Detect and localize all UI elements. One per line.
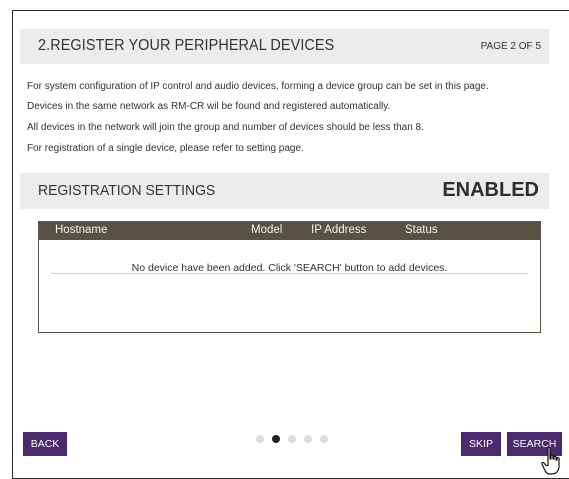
pagination-dot[interactable] — [304, 435, 312, 443]
pagination-dot-active[interactable] — [272, 435, 280, 443]
description-line: For registration of a single device, ple… — [27, 143, 304, 154]
column-header-ip-address: IP Address — [311, 224, 367, 236]
description-line: Devices in the same network as RM-CR wil… — [27, 101, 391, 112]
pagination-dot[interactable] — [320, 435, 328, 443]
table-row-divider — [51, 273, 528, 274]
device-table: Hostname Model IP Address Status No devi… — [38, 221, 541, 333]
pagination-dot[interactable] — [256, 435, 264, 443]
skip-button[interactable]: SKIP — [461, 432, 501, 456]
device-table-header: Hostname Model IP Address Status — [39, 222, 540, 240]
page-counter: PAGE 2 OF 5 — [480, 41, 541, 52]
hand-pointer-icon — [541, 446, 560, 475]
page-title: 2.REGISTER YOUR PERIPHERAL DEVICES — [38, 37, 335, 54]
description-line: All devices in the network will join the… — [27, 122, 424, 133]
column-header-model: Model — [251, 224, 283, 236]
back-button[interactable]: BACK — [23, 432, 67, 456]
registration-settings-title: REGISTRATION SETTINGS — [38, 182, 216, 199]
page-header: 2.REGISTER YOUR PERIPHERAL DEVICES PAGE … — [20, 29, 549, 64]
registration-status[interactable]: ENABLED — [442, 179, 539, 202]
pagination-dot[interactable] — [288, 435, 296, 443]
column-header-hostname: Hostname — [55, 224, 108, 236]
column-header-status: Status — [405, 224, 438, 236]
description-line: For system configuration of IP control a… — [27, 81, 489, 92]
registration-settings-bar: REGISTRATION SETTINGS ENABLED — [20, 173, 549, 209]
